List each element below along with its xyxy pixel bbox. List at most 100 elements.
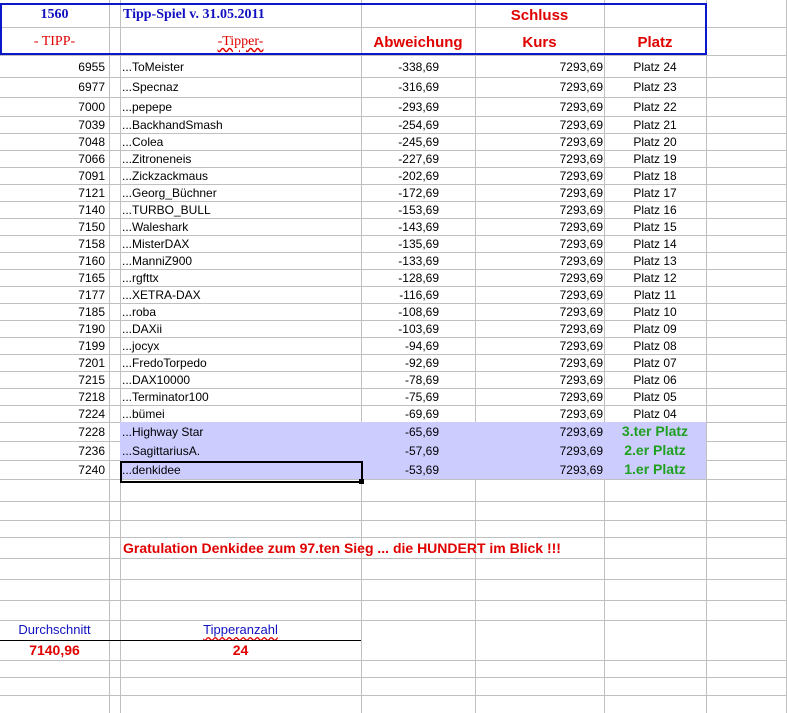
platz-value[interactable]: Platz 16 xyxy=(604,204,706,216)
tipper-name[interactable]: ...XETRA-DAX xyxy=(122,289,201,301)
sheet-title[interactable]: Tipp-Spiel v. 31.05.2011 xyxy=(123,8,265,22)
tipp-value[interactable]: 7000 xyxy=(0,101,105,113)
abweichung-value[interactable]: -57,69 xyxy=(361,445,439,457)
col-header-tipper[interactable]: -Tipper- xyxy=(120,35,361,49)
tipp-value[interactable]: 7201 xyxy=(0,357,105,369)
abweichung-value[interactable]: -135,69 xyxy=(361,238,439,250)
platz-value[interactable]: Platz 07 xyxy=(604,357,706,369)
platz-value[interactable]: Platz 11 xyxy=(604,289,706,301)
platz-value[interactable]: Platz 09 xyxy=(604,323,706,335)
tipper-name[interactable]: ...jocyx xyxy=(122,340,159,352)
col-header-platz[interactable]: Platz xyxy=(604,35,706,50)
abweichung-value[interactable]: -103,69 xyxy=(361,323,439,335)
tipp-value[interactable]: 7165 xyxy=(0,272,105,284)
tipp-value[interactable]: 7228 xyxy=(0,426,105,438)
tipp-value[interactable]: 6977 xyxy=(0,81,105,93)
abweichung-value[interactable]: -316,69 xyxy=(361,81,439,93)
tipper-name[interactable]: ...rgfttx xyxy=(122,272,159,284)
tipper-name[interactable]: ...TURBO_BULL xyxy=(122,204,211,216)
kurs-value[interactable]: 7293,69 xyxy=(475,306,603,318)
platz-value[interactable]: Platz 06 xyxy=(604,374,706,386)
tipper-name[interactable]: ...ToMeister xyxy=(122,61,184,73)
platz-value[interactable]: Platz 17 xyxy=(604,187,706,199)
abweichung-value[interactable]: -128,69 xyxy=(361,272,439,284)
tipper-name[interactable]: ...Highway Star xyxy=(122,426,203,438)
kurs-value[interactable]: 7293,69 xyxy=(475,221,603,233)
count-label[interactable]: Tipperanzahl xyxy=(120,623,361,636)
platz-value[interactable]: Platz 14 xyxy=(604,238,706,250)
tipper-name[interactable]: ...bümei xyxy=(122,408,165,420)
tipp-value[interactable]: 7190 xyxy=(0,323,105,335)
kurs-value[interactable]: 7293,69 xyxy=(475,323,603,335)
tipper-name[interactable]: ...Georg_Büchner xyxy=(122,187,217,199)
schluss-label[interactable]: Schluss xyxy=(475,8,604,23)
kurs-value[interactable]: 7293,69 xyxy=(475,204,603,216)
tipp-value[interactable]: 7150 xyxy=(0,221,105,233)
abweichung-value[interactable]: -202,69 xyxy=(361,170,439,182)
tipper-name[interactable]: ...Specnaz xyxy=(122,81,179,93)
kurs-value[interactable]: 7293,69 xyxy=(475,391,603,403)
platz-value[interactable]: 1.er Platz xyxy=(604,462,706,476)
kurs-value[interactable]: 7293,69 xyxy=(475,255,603,267)
abweichung-value[interactable]: -338,69 xyxy=(361,61,439,73)
kurs-value[interactable]: 7293,69 xyxy=(475,187,603,199)
platz-value[interactable]: Platz 20 xyxy=(604,136,706,148)
abweichung-value[interactable]: -254,69 xyxy=(361,119,439,131)
col-header-kurs[interactable]: Kurs xyxy=(475,35,604,50)
abweichung-value[interactable]: -53,69 xyxy=(361,464,439,476)
average-label[interactable]: Durchschnitt xyxy=(0,623,109,636)
tipp-value[interactable]: 7091 xyxy=(0,170,105,182)
tipp-value[interactable]: 7236 xyxy=(0,445,105,457)
platz-value[interactable]: 3.ter Platz xyxy=(604,424,706,438)
tipp-value[interactable]: 7218 xyxy=(0,391,105,403)
kurs-value[interactable]: 7293,69 xyxy=(475,408,603,420)
tipp-value[interactable]: 7199 xyxy=(0,340,105,352)
abweichung-value[interactable]: -92,69 xyxy=(361,357,439,369)
platz-value[interactable]: Platz 04 xyxy=(604,408,706,420)
kurs-value[interactable]: 7293,69 xyxy=(475,445,603,457)
abweichung-value[interactable]: -108,69 xyxy=(361,306,439,318)
tipper-name[interactable]: ...Zickzackmaus xyxy=(122,170,208,182)
tipp-value[interactable]: 7177 xyxy=(0,289,105,301)
kurs-value[interactable]: 7293,69 xyxy=(475,374,603,386)
kurs-value[interactable]: 7293,69 xyxy=(475,81,603,93)
platz-value[interactable]: Platz 15 xyxy=(604,221,706,233)
tipp-count[interactable]: 1560 xyxy=(0,8,109,22)
platz-value[interactable]: Platz 08 xyxy=(604,340,706,352)
tipper-name[interactable]: ...BackhandSmash xyxy=(122,119,223,131)
tipper-name[interactable]: ...Terminator100 xyxy=(122,391,209,403)
tipper-name[interactable]: ...MisterDAX xyxy=(122,238,189,250)
tipp-value[interactable]: 7121 xyxy=(0,187,105,199)
abweichung-value[interactable]: -153,69 xyxy=(361,204,439,216)
platz-value[interactable]: 2.er Platz xyxy=(604,443,706,457)
abweichung-value[interactable]: -172,69 xyxy=(361,187,439,199)
kurs-value[interactable]: 7293,69 xyxy=(475,101,603,113)
tipper-name[interactable]: ...roba xyxy=(122,306,156,318)
platz-value[interactable]: Platz 22 xyxy=(604,101,706,113)
platz-value[interactable]: Platz 23 xyxy=(604,81,706,93)
tipp-value[interactable]: 7066 xyxy=(0,153,105,165)
tipper-name[interactable]: ...ManniZ900 xyxy=(122,255,192,267)
kurs-value[interactable]: 7293,69 xyxy=(475,170,603,182)
tipp-value[interactable]: 7158 xyxy=(0,238,105,250)
abweichung-value[interactable]: -94,69 xyxy=(361,340,439,352)
congrats-message[interactable]: Gratulation Denkidee zum 97.ten Sieg ...… xyxy=(123,541,561,555)
spreadsheet[interactable]: 6955 ...ToMeister -338,69 7293,69 Platz 24 69… xyxy=(0,0,787,713)
abweichung-value[interactable]: -116,69 xyxy=(361,289,439,301)
kurs-value[interactable]: 7293,69 xyxy=(475,61,603,73)
tipp-value[interactable]: 6955 xyxy=(0,61,105,73)
fill-handle[interactable] xyxy=(359,479,364,484)
tipp-value[interactable]: 7185 xyxy=(0,306,105,318)
abweichung-value[interactable]: -143,69 xyxy=(361,221,439,233)
tipper-name[interactable]: ...Waleshark xyxy=(122,221,188,233)
tipper-name[interactable]: ...DAXii xyxy=(122,323,162,335)
platz-value[interactable]: Platz 12 xyxy=(604,272,706,284)
tipp-value[interactable]: 7048 xyxy=(0,136,105,148)
kurs-value[interactable]: 7293,69 xyxy=(475,464,603,476)
tipper-name[interactable]: ...pepepe xyxy=(122,101,172,113)
kurs-value[interactable]: 7293,69 xyxy=(475,119,603,131)
platz-value[interactable]: Platz 19 xyxy=(604,153,706,165)
kurs-value[interactable]: 7293,69 xyxy=(475,426,603,438)
platz-value[interactable]: Platz 24 xyxy=(604,61,706,73)
tipp-value[interactable]: 7224 xyxy=(0,408,105,420)
